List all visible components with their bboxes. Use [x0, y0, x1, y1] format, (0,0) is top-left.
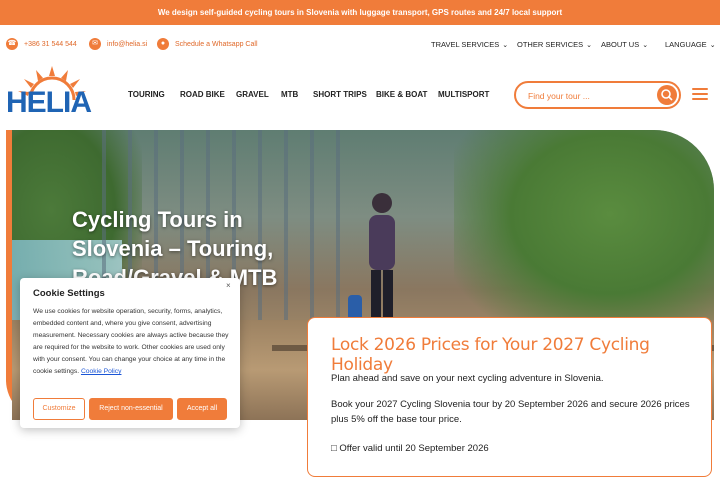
accept-button[interactable]: Accept all	[177, 398, 227, 420]
cookie-text: We use cookies for website operation, se…	[33, 306, 233, 378]
contact-bar: ☎ +386 31 544 544 ✉ info@helia.si ● Sche…	[0, 31, 720, 57]
announcement-bar: We design self-guided cycling tours in S…	[0, 0, 720, 25]
topnav-label: LANGUAGE	[665, 40, 707, 49]
chevron-down-icon: ⌄	[586, 41, 593, 49]
topnav-label: TRAVEL SERVICES	[431, 40, 500, 49]
reject-button[interactable]: Reject non-essential	[89, 398, 173, 420]
menu-hamburger-icon[interactable]	[692, 88, 708, 100]
topnav-about-us[interactable]: ABOUT US ⌄	[601, 40, 648, 49]
nav-mtb[interactable]: MTB	[281, 90, 298, 99]
topnav-language[interactable]: LANGUAGE ⌄	[665, 40, 716, 49]
cookie-title: Cookie Settings	[33, 288, 105, 299]
phone-icon: ☎	[6, 38, 18, 50]
search-icon	[661, 89, 673, 101]
phone-contact[interactable]: ☎ +386 31 544 544	[6, 38, 77, 50]
nav-touring[interactable]: TOURING	[128, 90, 165, 99]
promo-intro: Plan ahead and save on your next cycling…	[331, 373, 604, 384]
calendar-icon: ●	[157, 38, 169, 50]
nav-bike-boat[interactable]: BIKE & BOAT	[376, 90, 427, 99]
phone-number[interactable]: +386 31 544 544	[24, 41, 77, 48]
search-box	[514, 81, 681, 109]
promo-card: Lock 2026 Prices for Your 2027 Cycling H…	[307, 317, 712, 477]
whatsapp-contact[interactable]: ● Schedule a Whatsapp Call	[157, 38, 258, 50]
cookie-banner: Cookie Settings × We use cookies for web…	[20, 278, 240, 428]
close-icon[interactable]: ×	[226, 281, 231, 290]
helia-logo[interactable]: HELIA	[6, 64, 98, 124]
nav-short-trips[interactable]: SHORT TRIPS	[313, 90, 367, 99]
nav-gravel[interactable]: GRAVEL	[236, 90, 269, 99]
customize-button[interactable]: Customize	[33, 398, 85, 420]
promo-details: Book your 2027 Cycling Slovenia tour by …	[331, 399, 690, 425]
hero-title-line: Slovenia – Touring,	[72, 236, 274, 261]
topnav-travel-services[interactable]: TRAVEL SERVICES ⌄	[431, 40, 508, 49]
logo-text: HELIA	[6, 86, 92, 119]
search-button[interactable]	[657, 85, 677, 105]
whatsapp-link[interactable]: Schedule a Whatsapp Call	[175, 41, 258, 48]
topnav-label: OTHER SERVICES	[517, 40, 584, 49]
email-address[interactable]: info@helia.si	[107, 41, 147, 48]
email-contact[interactable]: ✉ info@helia.si	[89, 38, 147, 50]
chevron-down-icon: ⌄	[642, 41, 649, 49]
email-icon: ✉	[89, 38, 101, 50]
chevron-down-icon: ⌄	[502, 41, 509, 49]
chevron-down-icon: ⌄	[709, 41, 716, 49]
topnav-label: ABOUT US	[601, 40, 640, 49]
promo-title: Lock 2026 Prices for Your 2027 Cycling H…	[331, 335, 650, 375]
cookie-body-text: We use cookies for website operation, se…	[33, 308, 229, 375]
nav-multisport[interactable]: MULTISPORT	[438, 90, 489, 99]
topnav-other-services[interactable]: OTHER SERVICES ⌄	[517, 40, 592, 49]
promo-validity: □ Offer valid until 20 September 2026	[331, 443, 489, 454]
search-input[interactable]	[528, 88, 648, 104]
hero-title-line: Cycling Tours in	[72, 207, 243, 232]
nav-road-bike[interactable]: ROAD BIKE	[180, 90, 225, 99]
cookie-policy-link[interactable]: Cookie Policy	[81, 368, 122, 375]
